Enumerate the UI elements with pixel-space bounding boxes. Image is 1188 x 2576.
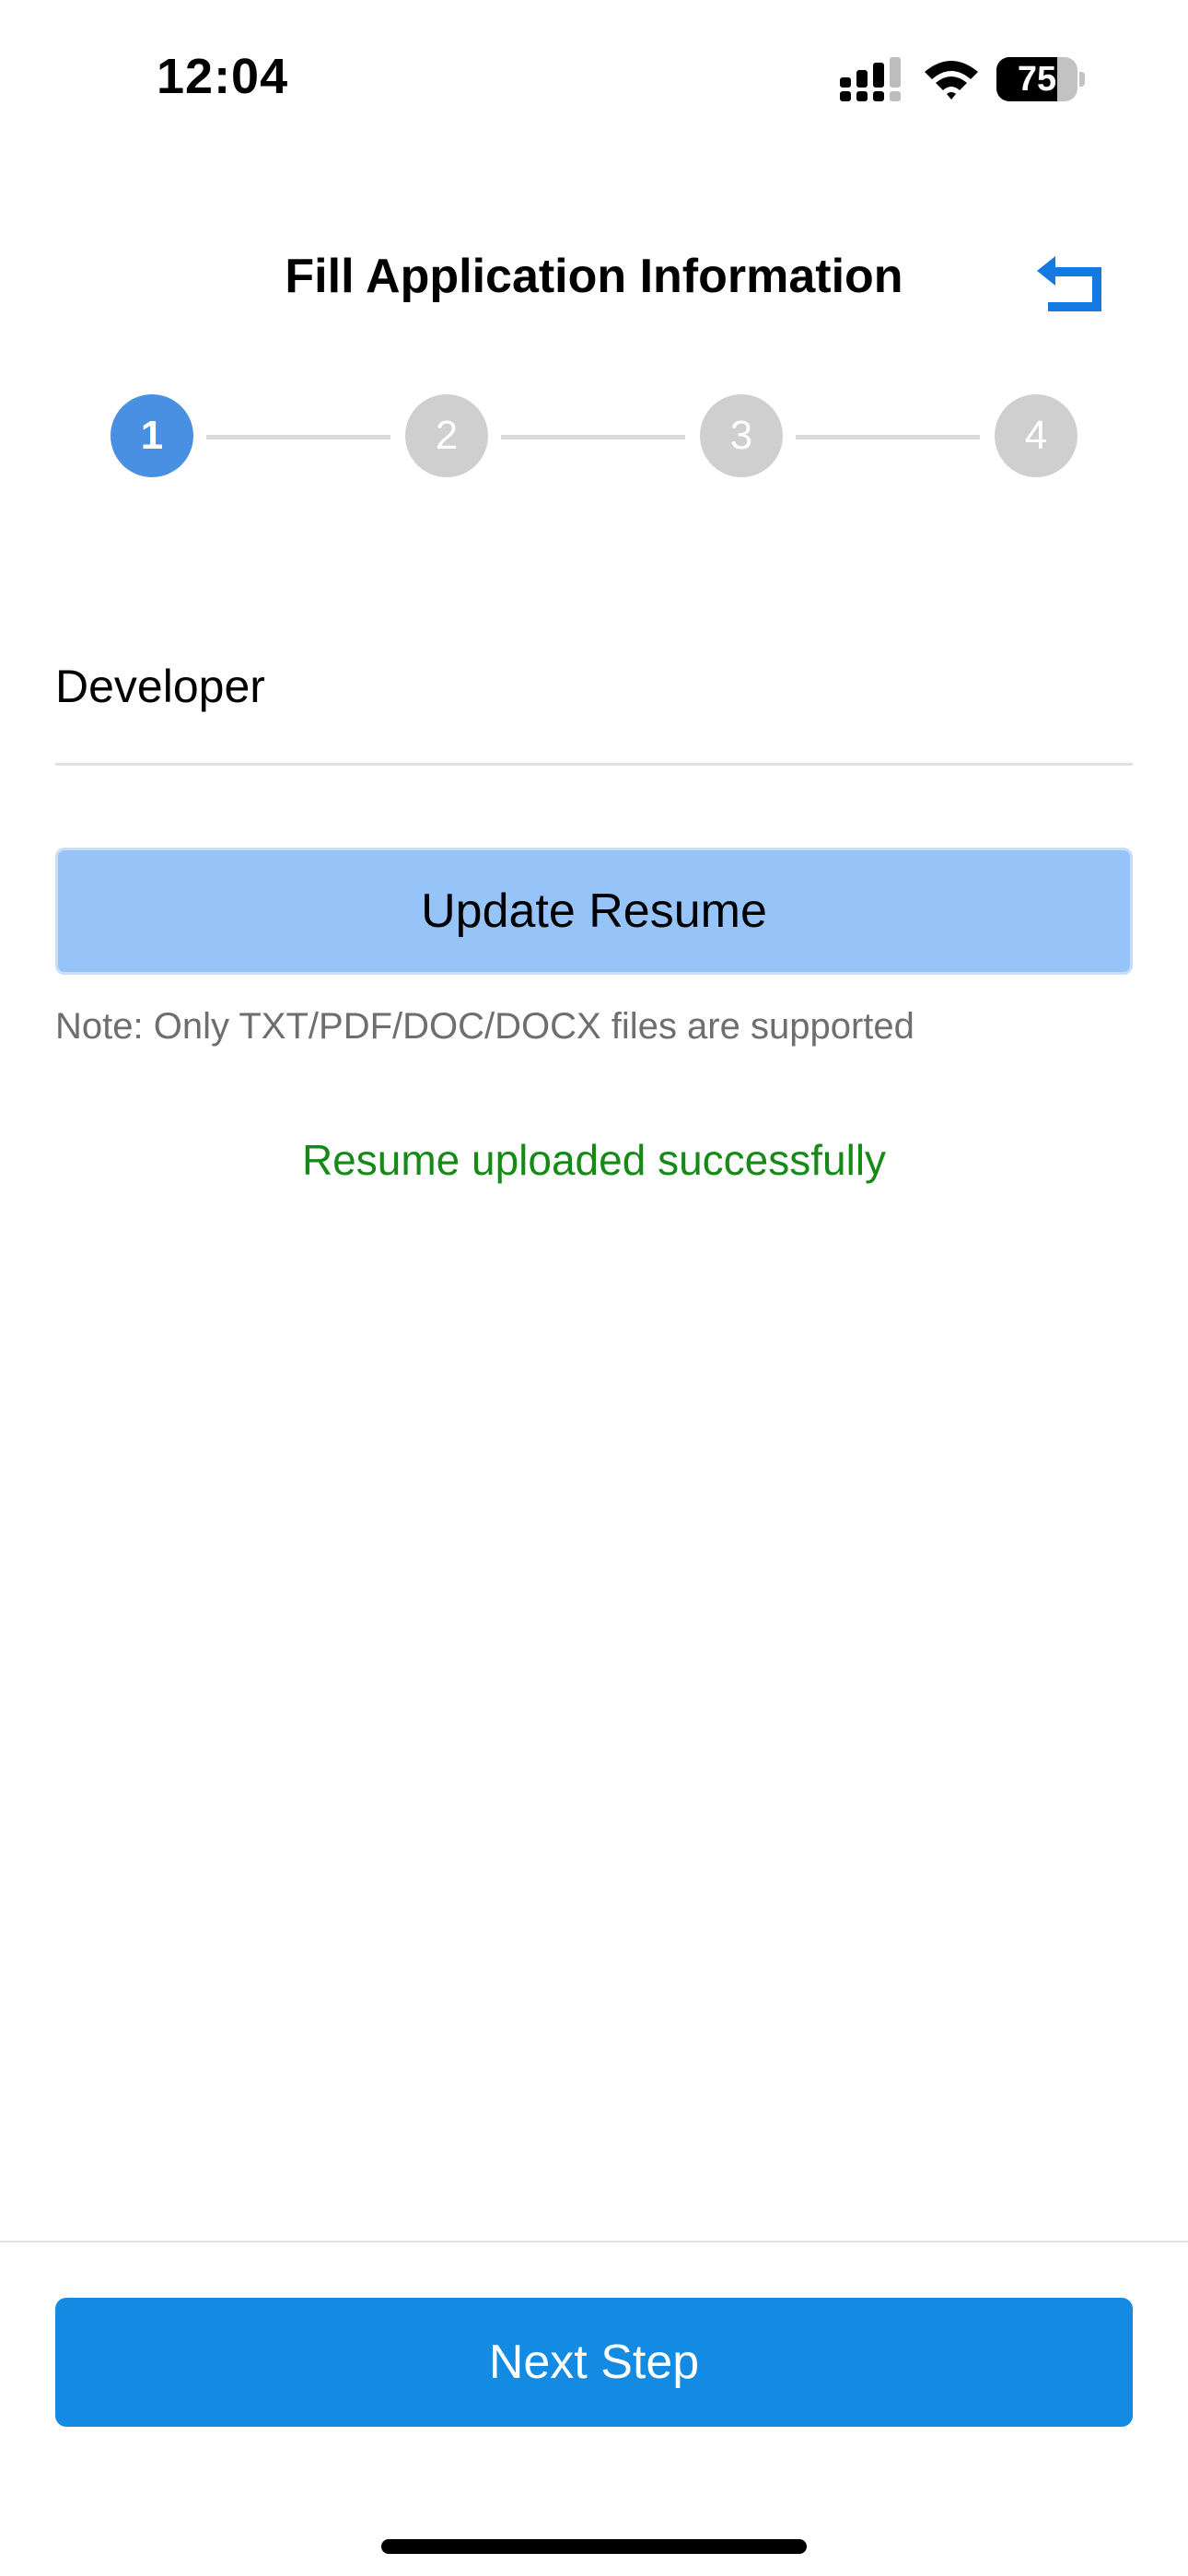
back-arrow-icon[interactable] [1031, 249, 1109, 313]
step-4: 4 [995, 394, 1077, 477]
step-connector [796, 435, 980, 439]
home-indicator [381, 2539, 807, 2554]
step-1: 1 [111, 394, 193, 477]
update-resume-button[interactable]: Update Resume [55, 848, 1133, 975]
step-connector [206, 435, 390, 439]
page-title: Fill Application Information [285, 250, 903, 303]
status-time: 12:04 [157, 49, 289, 104]
wifi-icon [925, 61, 978, 100]
battery-body: 75 [996, 57, 1077, 101]
status-bar: 12:04 75 [0, 0, 1188, 157]
step-3: 3 [700, 394, 783, 477]
footer-divider [0, 2241, 1188, 2242]
battery-icon: 75 [996, 57, 1085, 101]
step-connector [501, 435, 685, 439]
navigation-bar: Fill Application Information [0, 221, 1188, 341]
step-2: 2 [405, 394, 488, 477]
position-value: Developer [55, 661, 265, 712]
step-indicator: 1 2 3 4 [0, 394, 1188, 479]
file-type-note: Note: Only TXT/PDF/DOC/DOCX files are su… [55, 1006, 914, 1047]
upload-status-message: Resume uploaded successfully [301, 1136, 887, 1184]
battery-tip [1079, 72, 1085, 87]
battery-level: 75 [1017, 60, 1057, 99]
position-field[interactable]: Developer [55, 645, 1133, 766]
cellular-signal-icon [840, 57, 901, 101]
next-step-button[interactable]: Next Step [55, 2298, 1133, 2427]
